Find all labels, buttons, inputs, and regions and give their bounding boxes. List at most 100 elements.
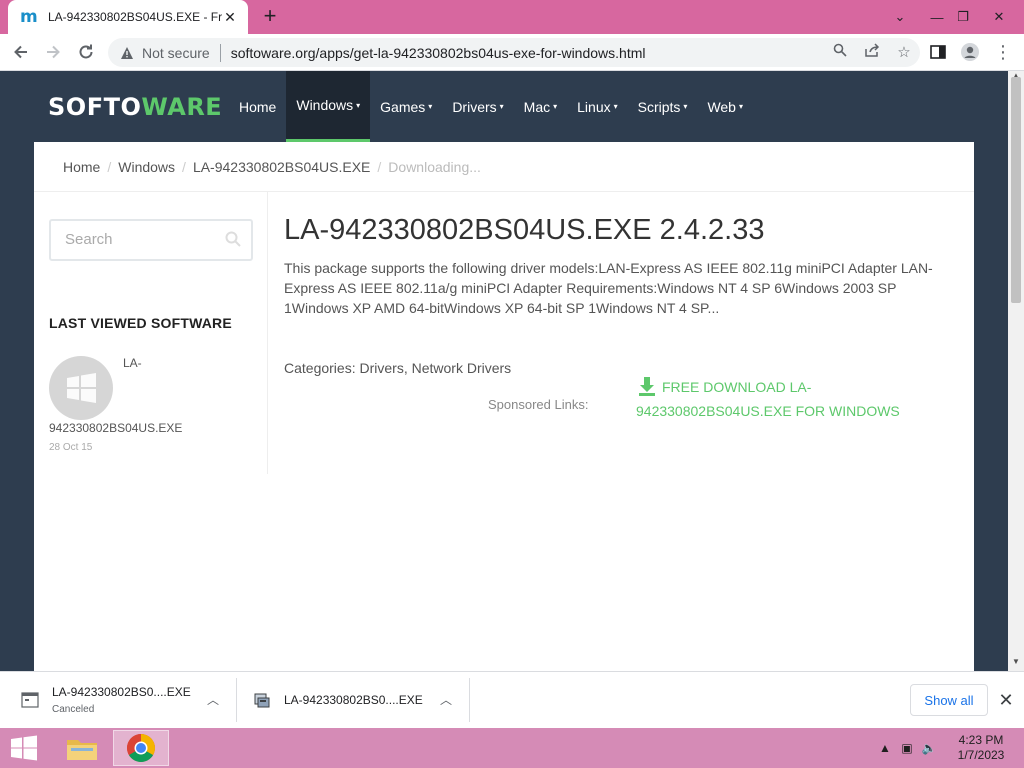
clock-time: 4:23 PM	[958, 733, 1004, 747]
search-input[interactable]	[65, 231, 215, 248]
installer-icon	[254, 693, 270, 708]
breadcrumb-home[interactable]: Home	[63, 159, 100, 175]
nav-drivers[interactable]: Drivers ▾	[442, 71, 513, 142]
nav-mac[interactable]: Mac ▾	[514, 71, 567, 142]
sidebar-heading: LAST VIEWED SOFTWARE	[49, 315, 232, 331]
nav-web[interactable]: Web ▾	[697, 71, 753, 142]
kebab-menu-icon: ⋮	[994, 41, 1012, 62]
warning-triangle-icon[interactable]	[120, 46, 134, 60]
download-icon	[639, 377, 655, 396]
reload-icon	[79, 44, 93, 59]
side-panel-icon	[930, 45, 946, 59]
last-viewed-date: 28 Oct 15	[49, 442, 93, 453]
nav-label: Scripts	[637, 98, 681, 115]
window-restore-button[interactable]: ❐	[950, 0, 976, 34]
logo-text-accent: WARE	[141, 93, 223, 121]
new-tab-button[interactable]: +	[258, 5, 282, 29]
breadcrumb-separator: /	[107, 159, 112, 175]
nav-label: Linux	[577, 98, 611, 115]
downloads-shelf: LA-942330802BS0....EXE Canceled ︿ LA-942…	[0, 671, 1024, 728]
content-panel: Home / Windows / LA-942330802BS04US.EXE …	[34, 142, 974, 671]
window-minimize-button[interactable]: —	[924, 0, 950, 34]
download-item[interactable]: LA-942330802BS0....EXE	[252, 672, 423, 728]
breadcrumb-software[interactable]: LA-942330802BS04US.EXE	[193, 159, 370, 175]
side-panel-button[interactable]	[925, 39, 951, 65]
categories-links[interactable]: Drivers, Network Drivers	[359, 360, 511, 376]
profile-button[interactable]	[957, 39, 983, 65]
breadcrumb-separator: /	[182, 159, 186, 175]
caret-down-icon: ▾	[428, 102, 433, 111]
file-explorer-taskbar-button[interactable]	[54, 730, 110, 766]
window-close-button[interactable]: ✕	[976, 0, 1022, 34]
chrome-taskbar-button[interactable]	[113, 730, 169, 766]
back-button[interactable]	[8, 39, 34, 65]
caret-down-icon: ▾	[499, 102, 504, 111]
tab-close-icon[interactable]: ✕	[222, 9, 238, 25]
url-text[interactable]: softoware.org/apps/get-la-942330802bs04u…	[231, 45, 824, 61]
download-filename: LA-942330802BS0....EXE	[284, 693, 423, 707]
taskbar-clock[interactable]: 4:23 PM 1/7/2023	[948, 733, 1014, 763]
scrollbar-thumb[interactable]	[1011, 77, 1021, 303]
caret-down-icon: ▾	[356, 100, 361, 110]
folder-icon	[67, 740, 97, 760]
site-favicon-icon: m	[20, 7, 38, 27]
forward-arrow-icon	[47, 45, 60, 59]
chrome-icon	[127, 734, 155, 762]
system-tray: ▲ ▣ 🔈	[874, 728, 940, 768]
nav-label: Drivers	[452, 98, 497, 115]
close-shelf-icon[interactable]: ✕	[996, 690, 1016, 710]
categories: Categories: Drivers, Network Drivers	[284, 360, 511, 376]
breadcrumb-windows[interactable]: Windows	[118, 159, 175, 175]
last-viewed-name[interactable]: 942330802BS04US.EXE	[49, 421, 182, 435]
download-separator	[236, 678, 237, 722]
last-viewed-name-part[interactable]: LA-	[123, 356, 142, 370]
breadcrumb: Home / Windows / LA-942330802BS04US.EXE …	[63, 159, 481, 175]
main-navigation: Home Windows ▾ Games ▾ Drivers ▾ Mac ▾ Linux…	[229, 71, 753, 142]
forward-button[interactable]	[40, 39, 66, 65]
windows-logo-icon[interactable]	[49, 356, 113, 420]
download-status: Canceled	[52, 704, 95, 715]
download-filename: LA-942330802BS0....EXE	[52, 685, 191, 699]
share-icon[interactable]	[856, 41, 888, 65]
page-scrollbar[interactable]: ▲ ▼	[1008, 71, 1024, 671]
breadcrumb-current: Downloading...	[388, 159, 481, 175]
tab-search-chevron-icon[interactable]: ⌄	[886, 0, 914, 34]
chevron-up-icon[interactable]: ︿	[205, 692, 221, 708]
site-logo[interactable]: SOFTOWARE	[48, 93, 222, 121]
logo-text-primary: SOFTO	[48, 93, 142, 121]
nav-home[interactable]: Home	[229, 71, 286, 142]
bookmark-star-icon[interactable]: ☆	[888, 41, 920, 65]
tray-expand-icon[interactable]: ▲	[874, 741, 896, 755]
omnibox-divider	[219, 43, 221, 62]
free-download-link[interactable]: FREE DOWNLOAD LA-942330802BS04US.EXE FOR…	[636, 375, 964, 423]
windows-start-icon[interactable]	[8, 734, 40, 762]
search-icon[interactable]	[225, 231, 241, 247]
web-page: SOFTOWARE Home Windows ▾ Games ▾ Drivers ▾ …	[0, 71, 1008, 671]
software-description: This package supports the following driv…	[284, 260, 933, 316]
nav-windows[interactable]: Windows ▾	[286, 71, 371, 142]
network-icon[interactable]: ▣	[896, 741, 918, 755]
nav-games[interactable]: Games ▾	[370, 71, 442, 142]
profile-avatar-icon	[961, 43, 979, 61]
volume-icon[interactable]: 🔈	[918, 741, 940, 755]
caret-down-icon: ▾	[553, 102, 558, 111]
security-status-label[interactable]: Not secure	[142, 45, 210, 61]
chevron-up-icon[interactable]: ︿	[438, 692, 454, 708]
sidebar: LAST VIEWED SOFTWARE LA- 942330802BS04US…	[34, 192, 268, 474]
reload-button[interactable]	[73, 39, 99, 65]
file-icon	[21, 692, 39, 708]
address-bar[interactable]: Not secure softoware.org/apps/get-la-942…	[108, 38, 920, 67]
search-lens-icon[interactable]	[824, 41, 856, 65]
breadcrumb-separator: /	[377, 159, 382, 175]
caret-down-icon: ▾	[683, 102, 688, 111]
scroll-down-icon[interactable]: ▼	[1008, 657, 1024, 667]
download-separator	[469, 678, 470, 722]
taskbar: ▲ ▣ 🔈 4:23 PM 1/7/2023	[0, 728, 1024, 768]
nav-linux[interactable]: Linux ▾	[567, 71, 627, 142]
back-arrow-icon	[14, 45, 27, 59]
browser-menu-button[interactable]: ⋮	[990, 39, 1016, 65]
download-item[interactable]: LA-942330802BS0....EXE Canceled	[20, 672, 191, 728]
show-all-button[interactable]: Show all	[910, 684, 988, 716]
nav-scripts[interactable]: Scripts ▾	[628, 71, 698, 142]
browser-tab[interactable]: m LA-942330802BS04US.EXE - Free ✕	[8, 0, 248, 34]
